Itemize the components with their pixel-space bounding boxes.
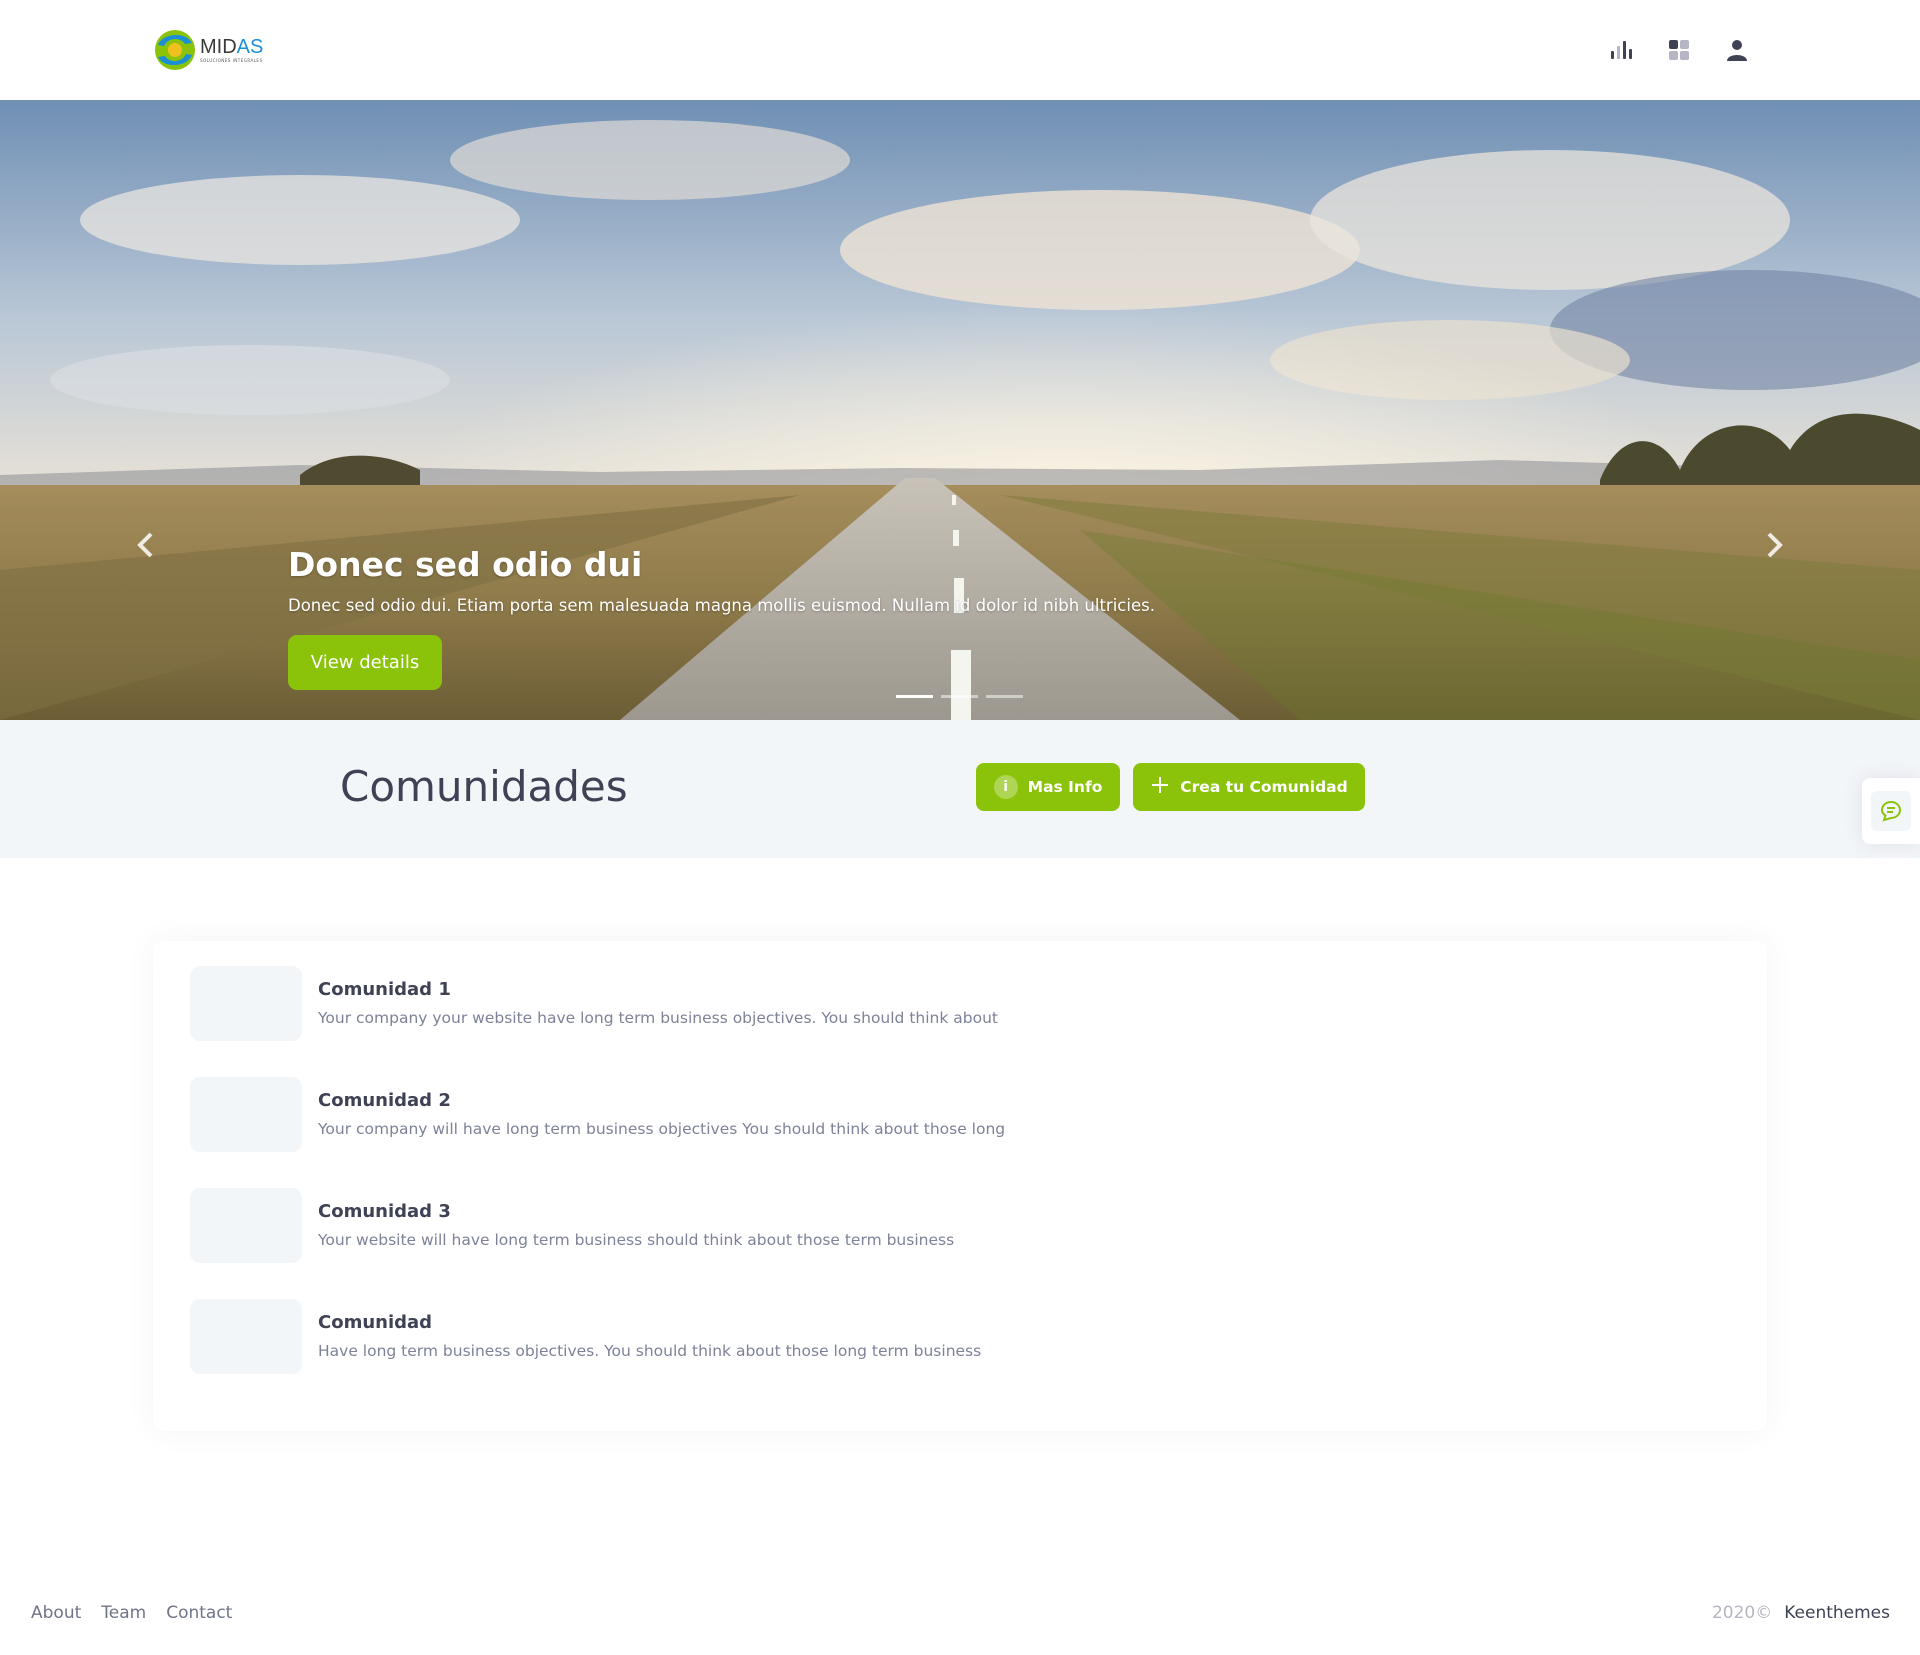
- hero-landscape-image: [0, 100, 1920, 720]
- carousel-indicator-2[interactable]: [941, 695, 978, 698]
- hero-subtitle: Donec sed odio dui. Etiam porta sem male…: [288, 596, 1155, 615]
- community-title[interactable]: Comunidad 2: [318, 1090, 1005, 1111]
- carousel-next-icon[interactable]: [1760, 525, 1790, 565]
- info-icon: i: [993, 775, 1018, 799]
- community-description: Have long term business objectives. You …: [318, 1342, 982, 1360]
- footer: About Team Contact 2020© Keenthemes: [0, 1595, 1920, 1635]
- community-description: Your website will have long term busines…: [318, 1231, 955, 1249]
- logo-word-right: AS: [236, 36, 264, 58]
- community-item-2[interactable]: Comunidad 2 Your company will have long …: [190, 1076, 1390, 1152]
- community-thumbnail: [190, 1187, 302, 1263]
- community-item-4[interactable]: Comunidad Have long term business object…: [190, 1298, 1390, 1374]
- mas-info-button[interactable]: i Mas Info: [976, 763, 1120, 811]
- community-description: Your company will have long term busines…: [318, 1120, 1006, 1138]
- community-item-3[interactable]: Comunidad 3 Your website will have long …: [190, 1187, 1390, 1263]
- logo-word-left: MID: [200, 36, 237, 58]
- top-header: MIDAS SOLUCIONES INTEGRALES: [0, 0, 1920, 100]
- footer-link-contact[interactable]: Contact: [166, 1603, 232, 1623]
- carousel-prev-icon[interactable]: [130, 525, 160, 565]
- community-title[interactable]: Comunidad 3: [318, 1201, 954, 1222]
- community-thumbnail: [190, 1298, 302, 1374]
- community-thumbnail: [190, 1076, 302, 1152]
- footer-nav: About Team Contact: [31, 1603, 232, 1623]
- community-item-1[interactable]: Comunidad 1 Your company your website ha…: [190, 965, 1390, 1041]
- footer-link-about[interactable]: About: [31, 1603, 81, 1623]
- crea-comunidad-label: Crea tu Comunidad: [1180, 778, 1348, 796]
- logo-tagline: SOLUCIONES INTEGRALES: [200, 58, 263, 63]
- crea-comunidad-button[interactable]: Crea tu Comunidad: [1133, 763, 1365, 811]
- communities-card: Comunidad 1 Your company your website ha…: [153, 941, 1767, 1431]
- view-details-button[interactable]: View details: [288, 635, 442, 690]
- copyright-year: 2020©: [1711, 1603, 1773, 1623]
- user-icon[interactable]: [1724, 30, 1750, 70]
- community-title[interactable]: Comunidad 1: [318, 979, 998, 1000]
- chat-icon: [1880, 800, 1902, 822]
- hero-carousel: Donec sed odio dui Donec sed odio dui. E…: [0, 100, 1920, 720]
- footer-brand-link[interactable]: Keenthemes: [1784, 1603, 1890, 1623]
- apps-grid-icon[interactable]: [1666, 30, 1692, 70]
- community-thumbnail: [190, 965, 302, 1041]
- community-description: Your company your website have long term…: [318, 1009, 998, 1027]
- midas-logo[interactable]: MIDAS SOLUCIONES INTEGRALES: [152, 26, 282, 74]
- plus-icon: [1150, 775, 1170, 799]
- carousel-indicator-3[interactable]: [986, 695, 1023, 698]
- carousel-indicators: [896, 695, 1023, 698]
- logo-mark: [155, 30, 195, 70]
- subheader-bar: Comunidades i Mas Info Crea tu Comunidad: [0, 720, 1920, 858]
- footer-link-team[interactable]: Team: [101, 1603, 146, 1623]
- carousel-indicator-1[interactable]: [896, 695, 933, 698]
- page-title: Comunidades: [340, 762, 628, 811]
- bar-chart-icon[interactable]: [1608, 30, 1634, 70]
- hero-title: Donec sed odio dui: [288, 545, 643, 584]
- mas-info-label: Mas Info: [1027, 778, 1103, 796]
- community-title[interactable]: Comunidad: [318, 1312, 981, 1333]
- chat-toggle-button[interactable]: [1862, 778, 1920, 844]
